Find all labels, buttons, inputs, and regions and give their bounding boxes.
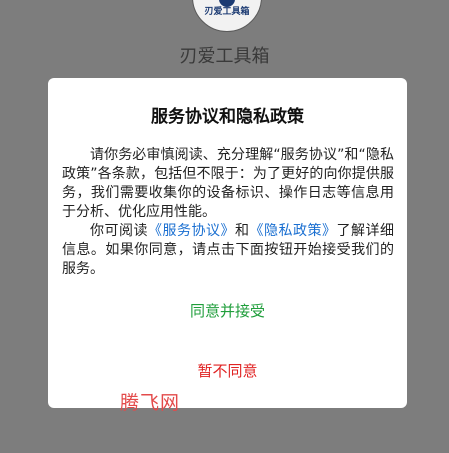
and-text: 和 [235,223,250,239]
dialog-body: 请你务必审慎阅读、充分理解“服务协议”和“隐私政策”各条款，包括但不限于：为了更… [62,146,394,279]
privacy-policy-link[interactable]: 《隐私政策》 [250,223,337,239]
read-prefix: 你可阅读 [90,223,148,239]
watermark: 腾飞网 [120,392,181,414]
disagree-button[interactable]: 暂不同意 [48,360,407,381]
app-screen: 刃爱工具箱 刃爱工具箱 服务协议和隐私政策 请你务必审慎阅读、充分理解“服务协议… [0,0,449,453]
app-name: 刃爱工具箱 [179,46,270,67]
service-agreement-link[interactable]: 《服务协议》 [148,223,235,239]
read-more-paragraph: 你可阅读《服务协议》和《隐私政策》了解详细信息。如果你同意，请点击下面按钮开始接… [62,222,394,279]
privacy-dialog: 服务协议和隐私政策 请你务必审慎阅读、充分理解“服务协议”和“隐私政策”各条款，… [48,78,407,408]
app-logo: 刃爱工具箱 [192,0,262,32]
agreement-paragraph: 请你务必审慎阅读、充分理解“服务协议”和“隐私政策”各条款，包括但不限于：为了更… [62,147,394,220]
dialog-title: 服务协议和隐私政策 [151,107,304,127]
agree-button[interactable]: 同意并接受 [48,300,407,321]
